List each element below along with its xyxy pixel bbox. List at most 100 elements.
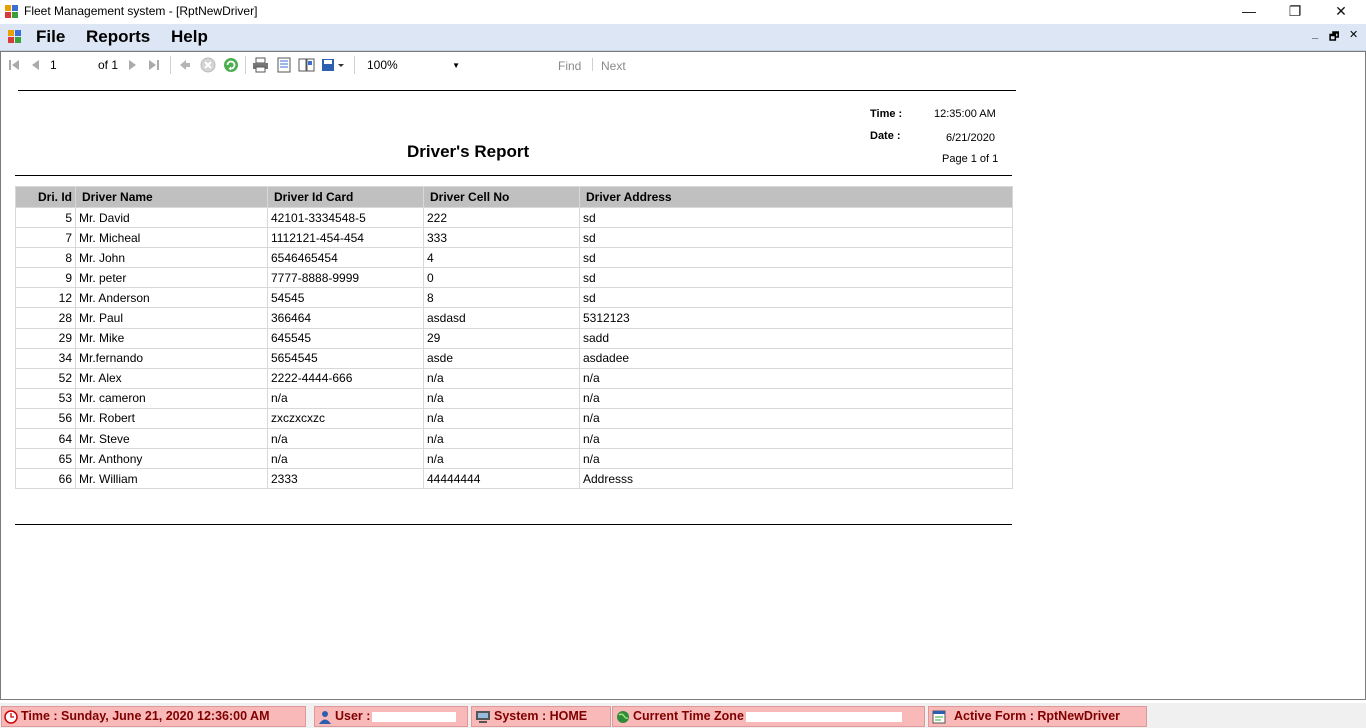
- column-header-name: Driver Name: [75, 186, 268, 208]
- redaction-block: [745, 711, 902, 722]
- driver-id-card-cell: 2222-4444-666: [267, 367, 424, 389]
- driver-cell-no-cell: 4: [423, 247, 580, 269]
- driver-name-cell: Mr. Robert: [75, 407, 268, 430]
- table-row: 7 Mr. Micheal 1112121-454-454 333 sd: [15, 227, 1013, 249]
- table-row: 28 Mr. Paul 366464 asdasd 5312123: [15, 307, 1013, 329]
- status-user-panel: User :: [314, 706, 468, 727]
- app-icon: [5, 5, 18, 18]
- driver-address-cell: sd: [579, 267, 1013, 289]
- driver-cell-no-cell: 29: [423, 327, 580, 349]
- report-title: Driver's Report: [407, 142, 530, 161]
- print-layout-icon[interactable]: [276, 57, 292, 73]
- driver-id-card-cell: 2333: [267, 468, 424, 490]
- status-user: User :: [335, 709, 371, 723]
- column-header-id: Dri. Id: [15, 186, 76, 208]
- page-indicator: Page 1 of 1: [942, 153, 999, 165]
- driver-name-cell: Mr. John: [75, 247, 268, 269]
- driver-cell-no-cell: asdasd: [423, 307, 580, 329]
- driver-id-cell: 8: [15, 247, 76, 269]
- table-row: 56 Mr. Robert zxczxcxzc n/a n/a: [15, 407, 1013, 430]
- driver-address-cell: n/a: [579, 428, 1013, 450]
- minimize-button[interactable]: —: [1226, 0, 1272, 24]
- last-page-icon[interactable]: [147, 57, 161, 73]
- table-row: 34 Mr.fernando 5654545 asde asdadee: [15, 347, 1013, 369]
- driver-name-cell: Mr. Anthony: [75, 448, 268, 470]
- driver-address-cell: n/a: [579, 407, 1013, 430]
- table-row: 64 Mr. Steve n/a n/a n/a: [15, 428, 1013, 450]
- driver-name-cell: Mr. cameron: [75, 387, 268, 409]
- status-time: Time : Sunday, June 21, 2020 12:36:00 AM: [21, 709, 270, 723]
- driver-name-cell: Mr. David: [75, 206, 268, 229]
- print-icon[interactable]: [252, 57, 269, 73]
- driver-name-cell: Mr. Micheal: [75, 227, 268, 249]
- driver-id-card-cell: 54545: [267, 287, 424, 309]
- refresh-icon[interactable]: [223, 57, 239, 73]
- status-time-panel: Time : Sunday, June 21, 2020 12:36:00 AM: [1, 706, 306, 727]
- report-footer-rule: [15, 524, 1012, 525]
- export-icon[interactable]: [321, 57, 347, 73]
- status-system: System : HOME: [494, 709, 588, 723]
- driver-name-cell: Mr. Paul: [75, 307, 268, 329]
- mdi-close-button[interactable]: ✕: [1349, 28, 1358, 41]
- menu-file[interactable]: File: [36, 27, 65, 47]
- zoom-dropdown[interactable]: 100% ▼: [362, 56, 466, 75]
- driver-address-cell: sadd: [579, 327, 1013, 349]
- mdi-restore-button[interactable]: 🗗: [1329, 28, 1339, 47]
- driver-cell-no-cell: n/a: [423, 428, 580, 450]
- driver-cell-no-cell: asde: [423, 347, 580, 369]
- driver-cell-no-cell: n/a: [423, 387, 580, 409]
- driver-id-cell: 53: [15, 387, 76, 409]
- find-input[interactable]: [474, 56, 550, 75]
- page-setup-icon[interactable]: [298, 57, 315, 73]
- driver-id-card-cell: 42101-3334548-5: [267, 206, 424, 229]
- table-row: 53 Mr. cameron n/a n/a n/a: [15, 387, 1013, 409]
- driver-cell-no-cell: 333: [423, 227, 580, 249]
- report-header-rule: [15, 175, 1012, 176]
- driver-name-cell: Mr. Anderson: [75, 287, 268, 309]
- globe-icon: [617, 710, 629, 723]
- driver-id-card-cell: 645545: [267, 327, 424, 349]
- driver-address-cell: asdadee: [579, 347, 1013, 369]
- next-page-icon[interactable]: [125, 57, 139, 73]
- stop-icon[interactable]: [200, 57, 216, 73]
- find-next-button[interactable]: Next: [601, 59, 626, 73]
- driver-id-card-cell: n/a: [267, 387, 424, 409]
- driver-id-cell: 65: [15, 448, 76, 470]
- driver-id-cell: 66: [15, 468, 76, 490]
- status-system-panel: System : HOME: [471, 706, 611, 727]
- page-count-label: of 1: [97, 58, 118, 72]
- driver-id-card-cell: n/a: [267, 428, 424, 450]
- driver-address-cell: sd: [579, 227, 1013, 249]
- close-button[interactable]: ✕: [1318, 0, 1364, 24]
- report-top-rule: [18, 90, 1016, 91]
- find-button[interactable]: Find: [558, 59, 581, 73]
- table-row: 5 Mr. David 42101-3334548-5 222 sd: [15, 206, 1013, 229]
- prev-page-icon[interactable]: [29, 57, 43, 73]
- driver-name-cell: Mr. Alex: [75, 367, 268, 389]
- driver-address-cell: sd: [579, 206, 1013, 229]
- driver-id-cell: 5: [15, 206, 76, 229]
- status-active-form-panel: Active Form : RptNewDriver: [928, 706, 1147, 727]
- mdi-child-icon[interactable]: [8, 30, 22, 44]
- menu-help[interactable]: Help: [171, 27, 208, 47]
- menu-bar: File Reports Help _ 🗗 ✕: [0, 24, 1366, 51]
- back-icon[interactable]: [178, 57, 192, 73]
- driver-address-cell: n/a: [579, 367, 1013, 389]
- first-page-icon[interactable]: [7, 57, 21, 73]
- page-number-input[interactable]: [50, 56, 90, 74]
- driver-name-cell: Mr. William: [75, 468, 268, 490]
- redaction-block: [372, 711, 457, 722]
- table-header-row: Dri. Id Driver Name Driver Id Card Drive…: [15, 186, 1013, 208]
- driver-cell-no-cell: 222: [423, 206, 580, 229]
- status-active-form: Active Form : RptNewDriver: [954, 709, 1121, 723]
- driver-id-cell: 28: [15, 307, 76, 329]
- table-row: 66 Mr. William 2333 44444444 Addresss: [15, 468, 1013, 490]
- driver-id-card-cell: 5654545: [267, 347, 424, 369]
- mdi-minimize-button[interactable]: _: [1312, 28, 1318, 40]
- driver-name-cell: Mr. Mike: [75, 327, 268, 349]
- table-row: 12 Mr. Anderson 54545 8 sd: [15, 287, 1013, 309]
- driver-id-cell: 7: [15, 227, 76, 249]
- menu-reports[interactable]: Reports: [86, 27, 150, 47]
- restore-button[interactable]: ❐: [1272, 0, 1318, 24]
- report-toolbar: of 1 100% ▼ Find Next: [1, 52, 1363, 78]
